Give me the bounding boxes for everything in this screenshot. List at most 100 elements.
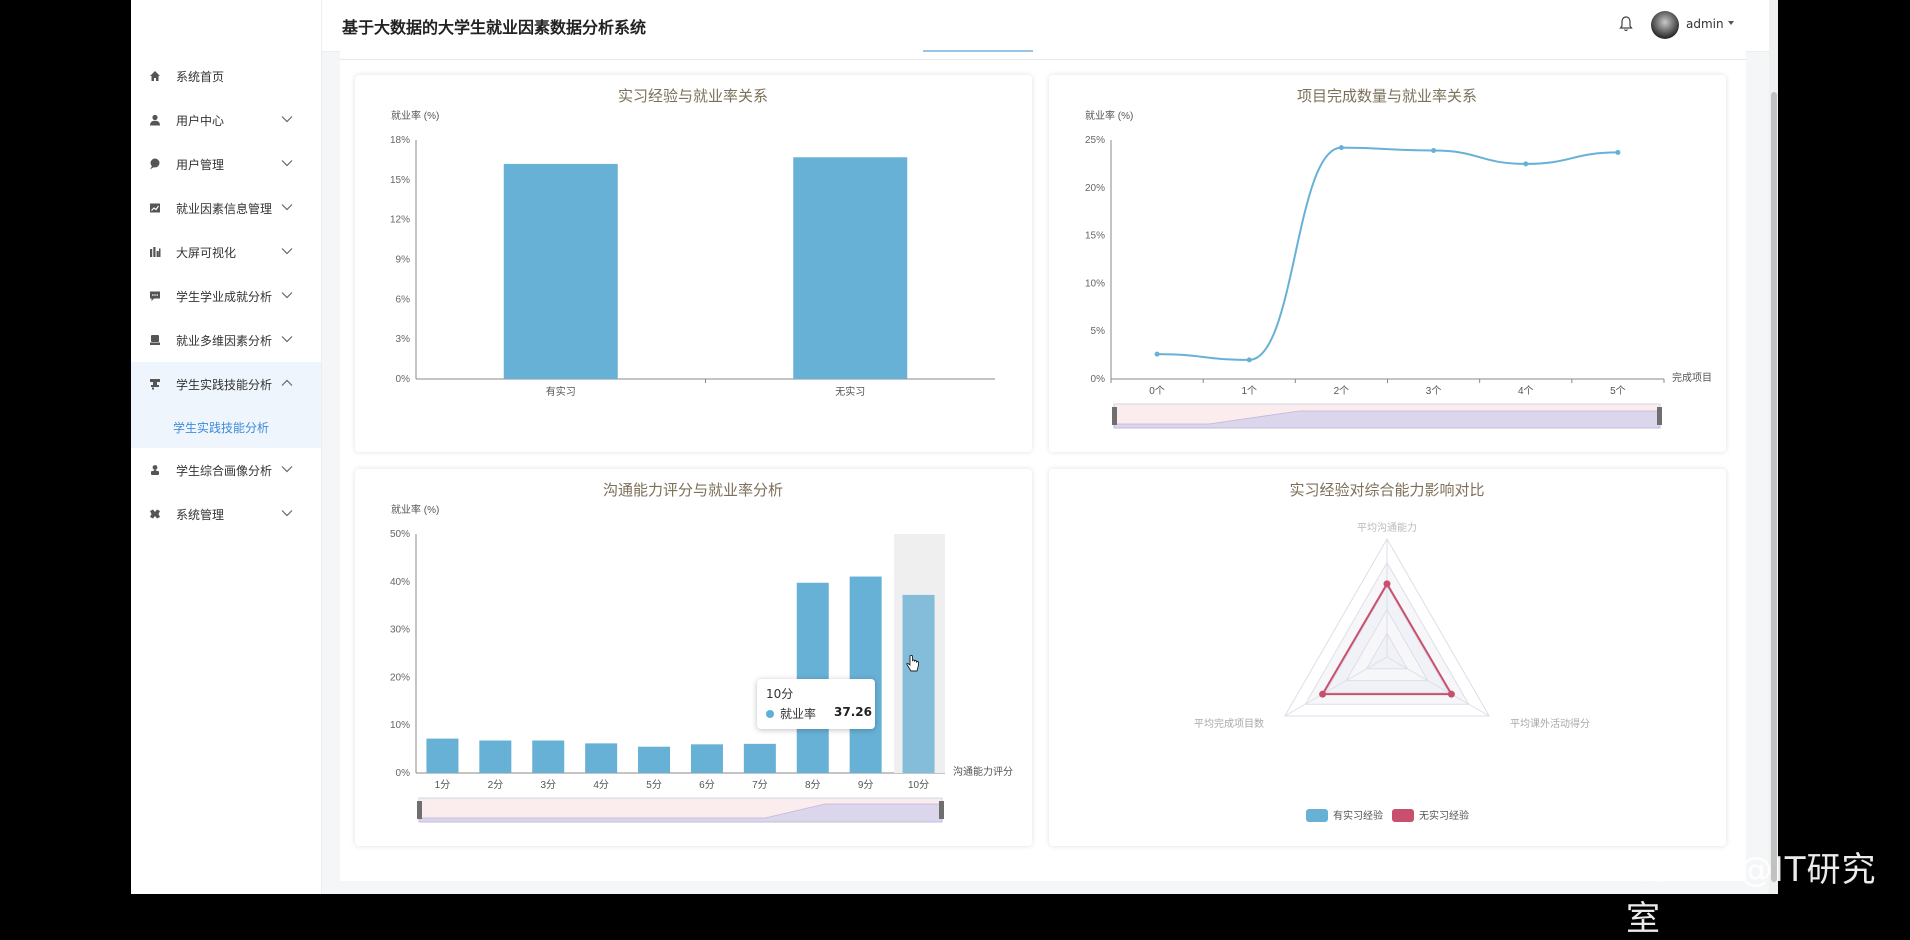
sidebar: 系统首页 用户中心用户管理就业因素信息管理 大屏可视化学生学业成就分析 就业多维因素分… [131, 0, 322, 894]
chevron-down-icon[interactable] [281, 462, 293, 476]
chevron-down-icon[interactable] [281, 200, 293, 214]
sidebar-item-8[interactable]: 学生综合画像分析 [131, 448, 321, 492]
app-window: 系统首页 用户中心用户管理就业因素信息管理 大屏可视化学生学业成就分析 就业多维因素分… [131, 0, 1778, 894]
chevron-down-icon[interactable] [281, 332, 293, 346]
sidebar-item-9[interactable]: 系统管理 [131, 492, 321, 536]
watermark: CSDN @IT研究室 [1626, 850, 1877, 939]
sidebar-item-label: 学生综合画像分析 [176, 464, 273, 478]
data-point [1154, 351, 1160, 357]
y-tick-label: 40% [390, 577, 410, 588]
chevron-down-icon[interactable] [281, 112, 293, 126]
sidebar-item-label: 用户管理 [176, 158, 225, 172]
stamp-icon [149, 378, 161, 390]
y-tick-label: 6% [396, 294, 411, 305]
sidebar-item-2[interactable]: 用户管理 [131, 142, 321, 186]
y-tick-label: 15% [1085, 231, 1105, 242]
sidebar-item-5[interactable]: 学生学业成就分析 [131, 274, 321, 318]
y-tick-label: 10% [1085, 278, 1105, 289]
sidebar-item-label: 学生学业成就分析 [176, 290, 273, 304]
person-icon [149, 464, 161, 476]
sidebar-item-label: 就业多维因素分析 [176, 334, 273, 348]
bell-icon[interactable] [1618, 15, 1634, 33]
y-tick-label: 3% [396, 334, 411, 345]
sidebar-subitem-active[interactable]: 学生实践技能分析 [131, 406, 321, 448]
legend-label: 有实习经验 [1333, 809, 1383, 822]
chart-title: 实习经验与就业率关系 [618, 88, 768, 105]
chevron-down-icon[interactable] [1728, 21, 1734, 25]
y-tick-label: 9% [396, 255, 411, 266]
x-tick-label: 4分 [593, 779, 609, 791]
data-zoom-handle-left [417, 801, 422, 819]
y-axis-label: 就业率 (%) [391, 503, 439, 516]
radar-point [1447, 690, 1455, 698]
y-tick-label: 30% [390, 625, 410, 636]
sidebar-item-1[interactable]: 用户中心 [131, 98, 321, 142]
sidebar-item-6[interactable]: 就业多维因素分析 [131, 318, 321, 362]
y-tick-label: 5% [1091, 326, 1106, 337]
radar-indicator-label: 平均课外活动得分 [1510, 718, 1590, 730]
data-zoom-handle-right [939, 801, 944, 819]
bar [690, 744, 723, 773]
bar [849, 576, 882, 773]
hand-cursor-icon [906, 655, 919, 672]
bar [479, 740, 512, 773]
chart-title: 沟通能力评分与就业率分析 [603, 482, 783, 499]
chart-card-communication: 沟通能力评分与就业率分析 就业率 (%) 0% 10% 20% 30% 40% 50% 沟通能力… [355, 469, 1032, 846]
chevron-down-icon[interactable] [281, 506, 293, 520]
bar [796, 582, 829, 773]
chevron-down-icon[interactable] [281, 288, 293, 302]
x-tick-label: 2个 [1334, 385, 1350, 397]
x-tick-label: 5个 [1610, 385, 1626, 397]
legend-label: 无实习经验 [1419, 809, 1469, 822]
chevron-up-icon[interactable] [281, 376, 293, 390]
y-tick-label: 0% [1091, 374, 1106, 385]
username[interactable]: admin [1686, 17, 1724, 31]
x-tick-label: 4个 [1518, 385, 1534, 397]
sidebar-subitem-label: 学生实践技能分析 [173, 420, 270, 435]
data-point [1338, 145, 1344, 151]
bar-icon [149, 246, 161, 258]
radar-point [1383, 580, 1391, 588]
data-zoom-handle-right [1657, 407, 1662, 425]
bar [503, 163, 618, 379]
y-tick-label: 0% [396, 768, 411, 779]
sidebar-item-label: 系统管理 [176, 508, 225, 522]
x-tick-label: 8分 [805, 779, 821, 791]
y-tick-label: 10% [390, 720, 410, 731]
chevron-down-icon[interactable] [281, 244, 293, 258]
radar-point [1319, 690, 1327, 698]
x-tick-label: 2分 [488, 779, 504, 791]
x-tick-label: 6分 [699, 779, 715, 791]
home-icon [149, 70, 161, 82]
sidebar-item-label: 学生实践技能分析 [176, 378, 273, 392]
page-scrollbar-thumb[interactable] [1771, 92, 1777, 882]
sidebar-item-4[interactable]: 大屏可视化 [131, 230, 321, 274]
x-tick-label: 1分 [435, 779, 451, 791]
y-tick-label: 25% [1085, 135, 1105, 146]
main-content: 实习经验与就业率关系 就业率 (%) 0% 3% 6% 9% 12% 15% 18% 有实习 无实习… [340, 51, 1746, 881]
chevron-down-icon[interactable] [281, 156, 293, 170]
avatar[interactable] [1651, 11, 1679, 39]
y-tick-label: 12% [390, 215, 410, 226]
sidebar-item-7[interactable]: 学生实践技能分析 [131, 362, 321, 406]
tooltip-series-marker [766, 710, 774, 718]
sidebar-item-label: 大屏可视化 [176, 246, 237, 260]
data-zoom-handle-left [1112, 407, 1117, 425]
user-icon [149, 114, 161, 126]
chart-board-icon [149, 202, 161, 214]
radar-chart: 实习经验对综合能力影响对比平均沟通能力平均课外活动得分 平均完成项目数有实习经验 无… [1194, 482, 1590, 822]
sidebar-item-label: 就业因素信息管理 [176, 202, 273, 216]
sidebar-item-3[interactable]: 就业因素信息管理 [131, 186, 321, 230]
chart-tooltip: 10分 就业率 37.26 [757, 679, 875, 729]
bar [902, 594, 935, 773]
x-tick-label: 9分 [858, 779, 874, 791]
data-point [1431, 148, 1437, 154]
legend-swatch [1306, 809, 1328, 822]
x-tick-label: 1个 [1241, 385, 1257, 397]
sidebar-item-0[interactable]: 系统首页 [131, 54, 321, 98]
radar-indicator-label: 平均完成项目数 [1194, 717, 1264, 730]
tooltip-series-label: 就业率 [780, 707, 817, 721]
bar [585, 743, 618, 773]
x-tick-label: 3个 [1426, 385, 1442, 397]
y-tick-label: 50% [390, 529, 410, 540]
